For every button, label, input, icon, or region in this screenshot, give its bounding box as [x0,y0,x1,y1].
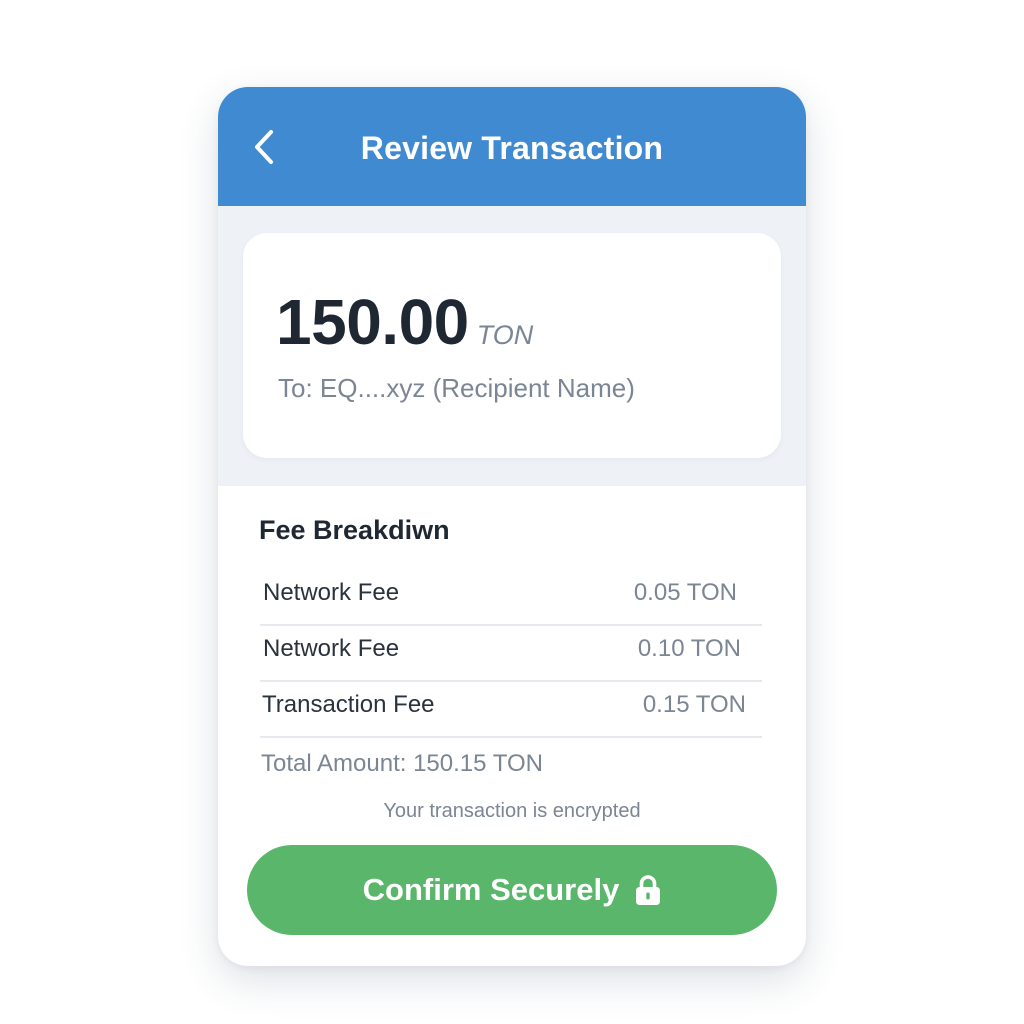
fee-label: Network Fee [263,579,400,606]
fee-value: 0.05 TON [633,579,737,606]
header-bar: Review Transaction [218,87,806,206]
chevron-left-icon [246,125,286,169]
fee-row: Transaction Fee 0.15 TON [260,680,762,738]
fee-row: Network Fee 0.10 TON [260,624,762,682]
fee-value: 0.10 TON [637,635,741,662]
transaction-review-card: Review Transaction 150.00 TON To: EQ....x… [218,87,806,966]
page-title: Review Transaction [360,130,664,166]
confirm-button-label: Confirm Securely [362,872,620,907]
amount-unit: TON [476,320,534,350]
recipient-text: To: EQ....xyz (Recipient Name) [278,373,635,403]
fee-label: Network Fee [263,635,400,662]
confirm-button[interactable]: Confirm Securely [247,845,777,935]
amount-row: 150.00 TON [276,285,533,359]
summary-section: 150.00 TON To: EQ....xyz (Recipient Name) [218,206,806,486]
fee-row: Network Fee 0.05 TON [260,568,762,626]
total-amount: Total Amount: 150.15 TON [261,750,543,777]
fee-breakdown-title: Fee Breakdiwn [259,515,450,545]
lock-icon [635,874,661,906]
fee-label: Transaction Fee [262,691,435,718]
amount-value: 150.00 [276,286,469,358]
encryption-note: Your transaction is encrypted [383,800,641,822]
amount-summary-box: 150.00 TON To: EQ....xyz (Recipient Name) [243,233,781,458]
fee-value: 0.15 TON [642,691,746,718]
back-button[interactable] [246,125,286,169]
